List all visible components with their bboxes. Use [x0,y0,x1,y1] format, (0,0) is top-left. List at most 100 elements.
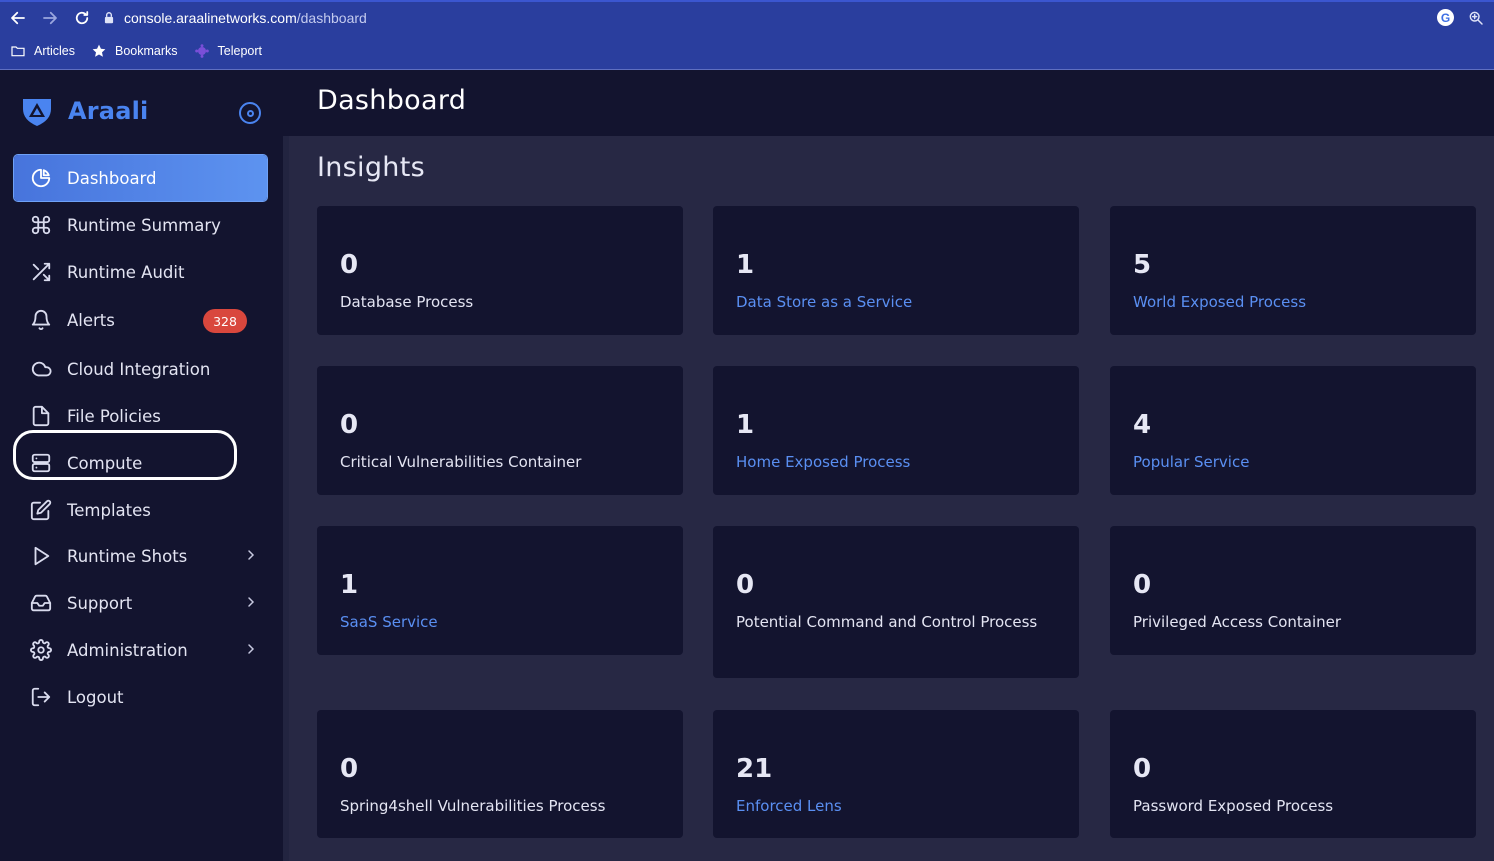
sidebar-item-label: Support [67,593,133,613]
dashboard-icon [30,167,52,189]
url-bar: console.araalinetworks.com/dashboard G [0,2,1494,34]
card-value: 1 [736,250,755,280]
sidebar-item-dashboard[interactable]: Dashboard [14,155,267,201]
sidebar-item-label: Administration [67,640,188,660]
sidebar-item-runtime-shots[interactable]: Runtime Shots [14,533,267,579]
card-value: 0 [1133,570,1152,600]
address-field[interactable]: console.araalinetworks.com/dashboard [102,10,367,26]
sidebar-item-support[interactable]: Support [14,580,267,626]
bookmark-teleport[interactable]: Teleport [194,43,262,59]
card-value: 0 [736,570,755,600]
logout-icon [30,686,52,708]
file-icon [30,405,52,427]
bookmark-label: Bookmarks [114,44,178,58]
lock-icon [104,12,114,24]
card-value: 21 [736,754,773,784]
edit-icon [30,499,52,521]
bookmark-label: Articles [34,44,75,58]
page-header: Dashboard [283,70,1494,136]
sidebar-item-cloud-integration[interactable]: Cloud Integration [14,346,267,392]
brand-name: Araali [68,97,149,125]
card-link[interactable]: Popular Service [1133,451,1453,474]
sidebar-item-label: File Policies [67,406,161,426]
sidebar-item-label: Runtime Audit [67,262,185,282]
url-host: console.araalinetworks.com [124,10,297,26]
insight-card-spring4shell-vulnerabilities-process[interactable]: 0 Spring4shell Vulnerabilities Process [317,710,683,838]
command-icon [30,214,52,236]
card-value: 0 [340,250,359,280]
play-icon [30,545,52,567]
card-link[interactable]: SaaS Service [340,611,660,634]
insight-card-popular-service[interactable]: 4 Popular Service [1110,366,1476,495]
back-button[interactable] [2,2,34,34]
sidebar-item-label: Cloud Integration [67,359,211,379]
card-value: 0 [340,754,359,784]
card-link[interactable]: Home Exposed Process [736,451,1056,474]
bell-icon [30,309,52,331]
section-title: Insights [317,152,425,183]
card-label: Database Process [340,293,474,311]
browser-chrome: console.araalinetworks.com/dashboard G A… [0,0,1494,70]
sidebar-item-label: Runtime Summary [67,215,221,235]
settings-icon [30,639,52,661]
chevron-right-icon [248,597,255,607]
shuffle-icon [30,261,52,283]
teleport-icon [194,44,209,58]
reload-button[interactable] [66,2,98,34]
sidebar-item-templates[interactable]: Templates [14,487,267,533]
url-path: /dashboard [296,10,367,26]
google-icon[interactable]: G [1437,9,1454,26]
bookmark-label: Teleport [217,44,262,58]
card-label: Password Exposed Process [1133,797,1334,815]
collapse-sidebar-button[interactable] [239,102,261,124]
page-title: Dashboard [317,85,467,116]
folder-icon [11,46,25,57]
chevron-right-icon [248,644,255,654]
insight-card-critical-vulnerabilities-container[interactable]: 0 Critical Vulnerabilities Container [317,366,683,495]
card-link[interactable]: World Exposed Process [1133,291,1453,314]
sidebar-item-label: Logout [67,687,124,707]
sidebar-item-label: Runtime Shots [67,546,188,566]
insight-card-potential-command-and-control-process[interactable]: 0 Potential Command and Control Process [713,526,1079,678]
card-value: 1 [736,410,755,440]
cloud-integration-highlight [13,430,237,480]
insight-card-data-store-as-a-service[interactable]: 1 Data Store as a Service [713,206,1079,335]
arrow-right-icon [43,11,57,25]
alerts-count-badge: 328 [203,309,247,333]
insight-card-privileged-access-container[interactable]: 0 Privileged Access Container [1110,526,1476,655]
insight-card-world-exposed-process[interactable]: 5 World Exposed Process [1110,206,1476,335]
star-icon [92,44,106,57]
inbox-icon [30,592,52,614]
chevron-right-icon [248,550,255,560]
insight-card-enforced-lens[interactable]: 21 Enforced Lens [713,710,1079,838]
sidebar-item-alerts[interactable]: Alerts 328 [14,297,267,343]
card-value: 5 [1133,250,1152,280]
arrow-left-icon [11,11,25,25]
radio-dot-icon [246,109,254,117]
sidebar-item-runtime-audit[interactable]: Runtime Audit [14,249,267,295]
card-link[interactable]: Data Store as a Service [736,291,1056,314]
bookmark-articles[interactable]: Articles [10,43,75,59]
card-value: 1 [340,570,359,600]
sidebar: Araali Dashboard Runtime Summary Runtime… [0,70,283,861]
insight-card-database-process[interactable]: 0 Database Process [317,206,683,335]
card-label: Spring4shell Vulnerabilities Process [340,797,606,815]
insight-card-home-exposed-process[interactable]: 1 Home Exposed Process [713,366,1079,495]
bookmarks-bar: Articles Bookmarks Teleport [0,38,268,64]
sidebar-item-label: Templates [67,500,151,520]
sidebar-item-runtime-summary[interactable]: Runtime Summary [14,202,267,248]
zoom-icon[interactable] [1468,10,1484,26]
araali-logo-icon [23,99,51,126]
sidebar-item-administration[interactable]: Administration [14,627,267,673]
forward-button[interactable] [34,2,66,34]
cloud-icon [30,358,52,380]
reload-icon [75,11,89,25]
sidebar-item-label: Dashboard [67,168,157,188]
bookmark-bookmarks[interactable]: Bookmarks [91,43,178,59]
insight-card-saas-service[interactable]: 1 SaaS Service [317,526,683,655]
card-link[interactable]: Enforced Lens [736,795,1056,818]
sidebar-item-label: Alerts [67,310,115,330]
brand[interactable]: Araali [20,94,148,128]
insight-card-password-exposed-process[interactable]: 0 Password Exposed Process [1110,710,1476,838]
sidebar-item-logout[interactable]: Logout [14,674,267,720]
